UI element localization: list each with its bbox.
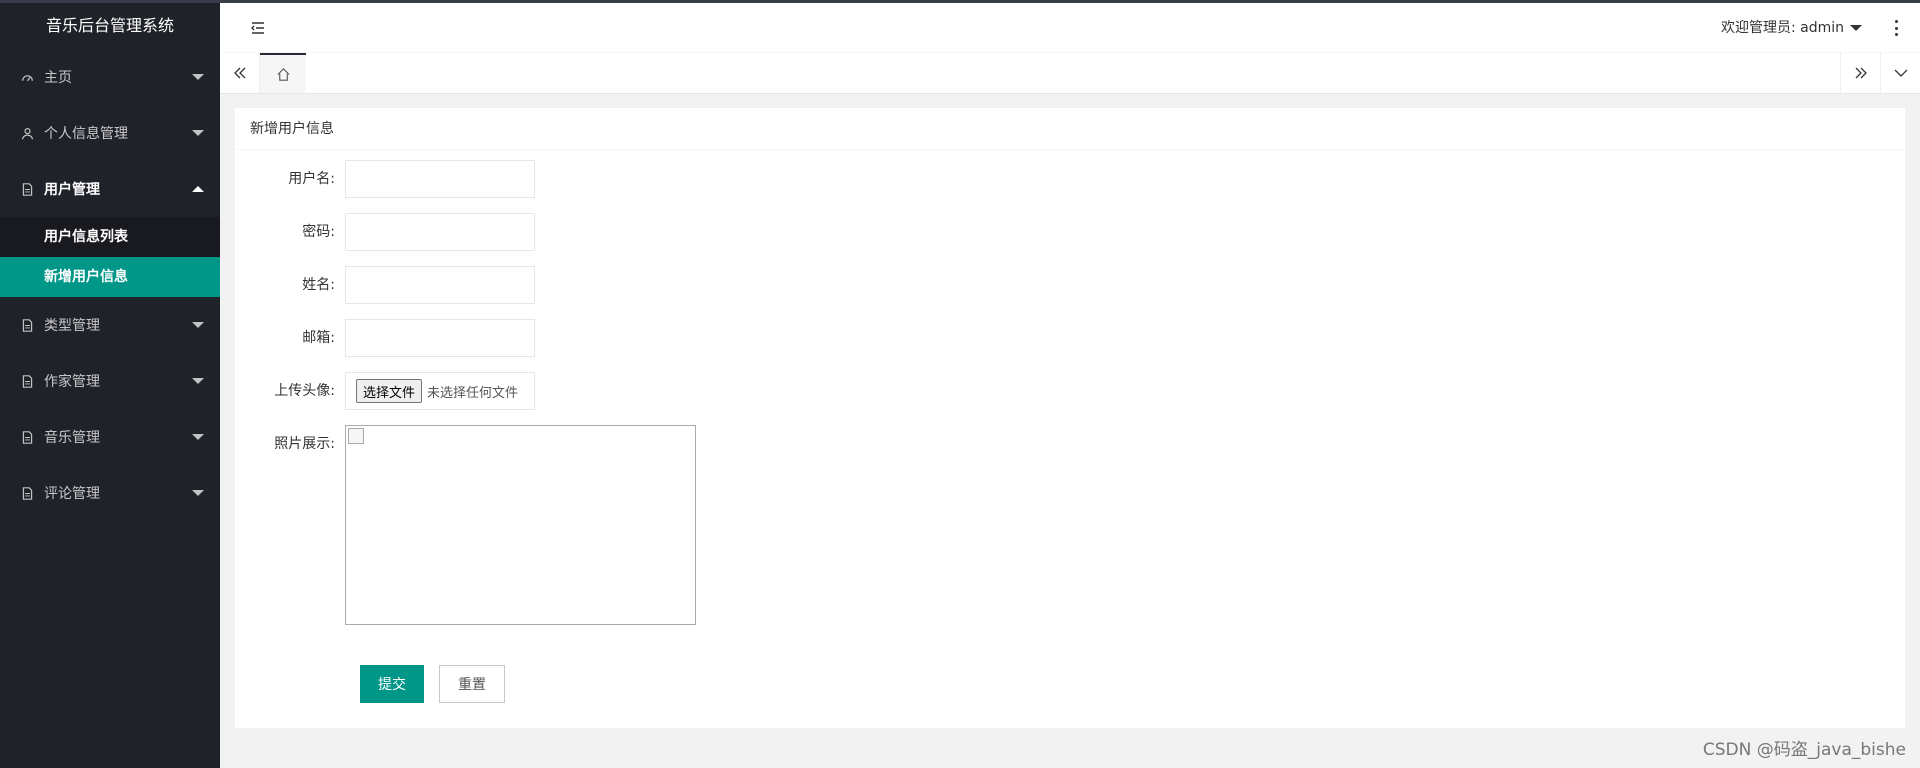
chevron-down-icon bbox=[1850, 25, 1862, 31]
username-input[interactable] bbox=[345, 160, 535, 198]
file-icon bbox=[20, 486, 34, 500]
welcome-text: 欢迎管理员: admin bbox=[1720, 20, 1844, 36]
reset-button[interactable]: 重置 bbox=[439, 665, 505, 703]
email-label: 邮箱: bbox=[302, 330, 335, 346]
chevron-down-icon bbox=[192, 434, 204, 440]
dashboard-icon bbox=[20, 70, 34, 84]
choose-file-button[interactable]: 选择文件 bbox=[356, 379, 423, 403]
form-row-photo: 照片展示: bbox=[235, 425, 1905, 625]
app-title: 音乐后台管理系统 bbox=[0, 3, 220, 49]
chevron-down-icon bbox=[1894, 69, 1907, 77]
tab-home[interactable] bbox=[260, 53, 306, 93]
chevron-up-icon bbox=[192, 186, 204, 192]
sidebar-item-label: 用户管理 bbox=[44, 182, 100, 198]
name-label: 姓名: bbox=[302, 277, 335, 293]
tab-scroll-right-button[interactable] bbox=[1840, 53, 1880, 93]
password-input[interactable] bbox=[345, 213, 535, 251]
form-row-email: 邮箱: bbox=[235, 319, 1905, 357]
name-input[interactable] bbox=[345, 266, 535, 304]
form-row-avatar: 上传头像: 选择文件 未选择任何文件 bbox=[235, 372, 1905, 410]
sidebar-item-label: 个人信息管理 bbox=[44, 126, 128, 142]
chevron-down-icon bbox=[192, 74, 204, 80]
sidebar-item-label: 作家管理 bbox=[44, 374, 100, 390]
sidebar-item-label: 音乐管理 bbox=[44, 430, 100, 446]
file-icon bbox=[20, 374, 34, 388]
avatar-file-input: 选择文件 未选择任何文件 bbox=[345, 372, 535, 410]
photo-preview bbox=[345, 425, 696, 625]
sidebar-item-types[interactable]: 类型管理 bbox=[0, 297, 220, 353]
menu-toggle-icon[interactable] bbox=[250, 20, 266, 36]
sidebar-item-comments[interactable]: 评论管理 bbox=[0, 465, 220, 521]
tab-bar bbox=[220, 53, 1920, 94]
submit-button[interactable]: 提交 bbox=[360, 665, 424, 703]
file-icon bbox=[20, 318, 34, 332]
username-label: 用户名: bbox=[288, 171, 335, 187]
broken-image-icon bbox=[348, 428, 364, 444]
file-icon bbox=[20, 182, 34, 196]
sidebar-item-label: 类型管理 bbox=[44, 318, 100, 334]
chevron-down-icon bbox=[192, 490, 204, 496]
sidebar-subitem-user-list[interactable]: 用户信息列表 bbox=[0, 217, 220, 257]
file-status-text: 未选择任何文件 bbox=[427, 385, 519, 401]
sidebar-item-label: 主页 bbox=[44, 70, 72, 86]
chevron-down-icon bbox=[192, 130, 204, 136]
sidebar: 音乐后台管理系统 主页 个人信息管理 用户管理 用户信息列表 新增用户信息 类型… bbox=[0, 3, 220, 768]
watermark: CSDN @码盗_java_bishe bbox=[1702, 740, 1906, 760]
sidebar-item-music[interactable]: 音乐管理 bbox=[0, 409, 220, 465]
email-input[interactable] bbox=[345, 319, 535, 357]
sidebar-item-users[interactable]: 用户管理 bbox=[0, 161, 220, 217]
add-user-card: 新增用户信息 用户名: 密码: 姓名: 邮箱: 上传头像: 选择文件 未选择任何… bbox=[235, 108, 1905, 728]
chevron-down-icon bbox=[192, 378, 204, 384]
photo-label: 照片展示: bbox=[274, 436, 335, 452]
sidebar-item-home[interactable]: 主页 bbox=[0, 49, 220, 105]
double-chevron-left-icon bbox=[233, 67, 245, 79]
sidebar-subitem-add-user[interactable]: 新增用户信息 bbox=[0, 257, 220, 297]
user-menu[interactable]: 欢迎管理员: admin bbox=[1721, 3, 1862, 53]
tab-options-button[interactable] bbox=[1880, 53, 1920, 93]
form-actions: 提交 重置 bbox=[360, 665, 1905, 703]
sidebar-item-label: 评论管理 bbox=[44, 486, 100, 502]
password-label: 密码: bbox=[302, 224, 335, 240]
double-chevron-right-icon bbox=[1855, 67, 1867, 79]
form-row-name: 姓名: bbox=[235, 266, 1905, 304]
tab-scroll-left-button[interactable] bbox=[220, 53, 260, 93]
sidebar-item-authors[interactable]: 作家管理 bbox=[0, 353, 220, 409]
form-row-username: 用户名: bbox=[235, 160, 1905, 198]
file-icon bbox=[20, 430, 34, 444]
sidebar-submenu-users: 用户信息列表 新增用户信息 bbox=[0, 217, 220, 297]
card-title: 新增用户信息 bbox=[235, 108, 1905, 150]
more-vertical-icon[interactable] bbox=[1894, 20, 1898, 36]
chevron-down-icon bbox=[192, 322, 204, 328]
avatar-label: 上传头像: bbox=[274, 383, 335, 399]
add-user-form: 用户名: 密码: 姓名: 邮箱: 上传头像: 选择文件 未选择任何文件 照片展示… bbox=[235, 150, 1905, 703]
user-icon bbox=[20, 126, 34, 140]
form-row-password: 密码: bbox=[235, 213, 1905, 251]
top-header: 欢迎管理员: admin bbox=[220, 3, 1920, 53]
sidebar-item-profile[interactable]: 个人信息管理 bbox=[0, 105, 220, 161]
home-icon bbox=[276, 67, 290, 81]
